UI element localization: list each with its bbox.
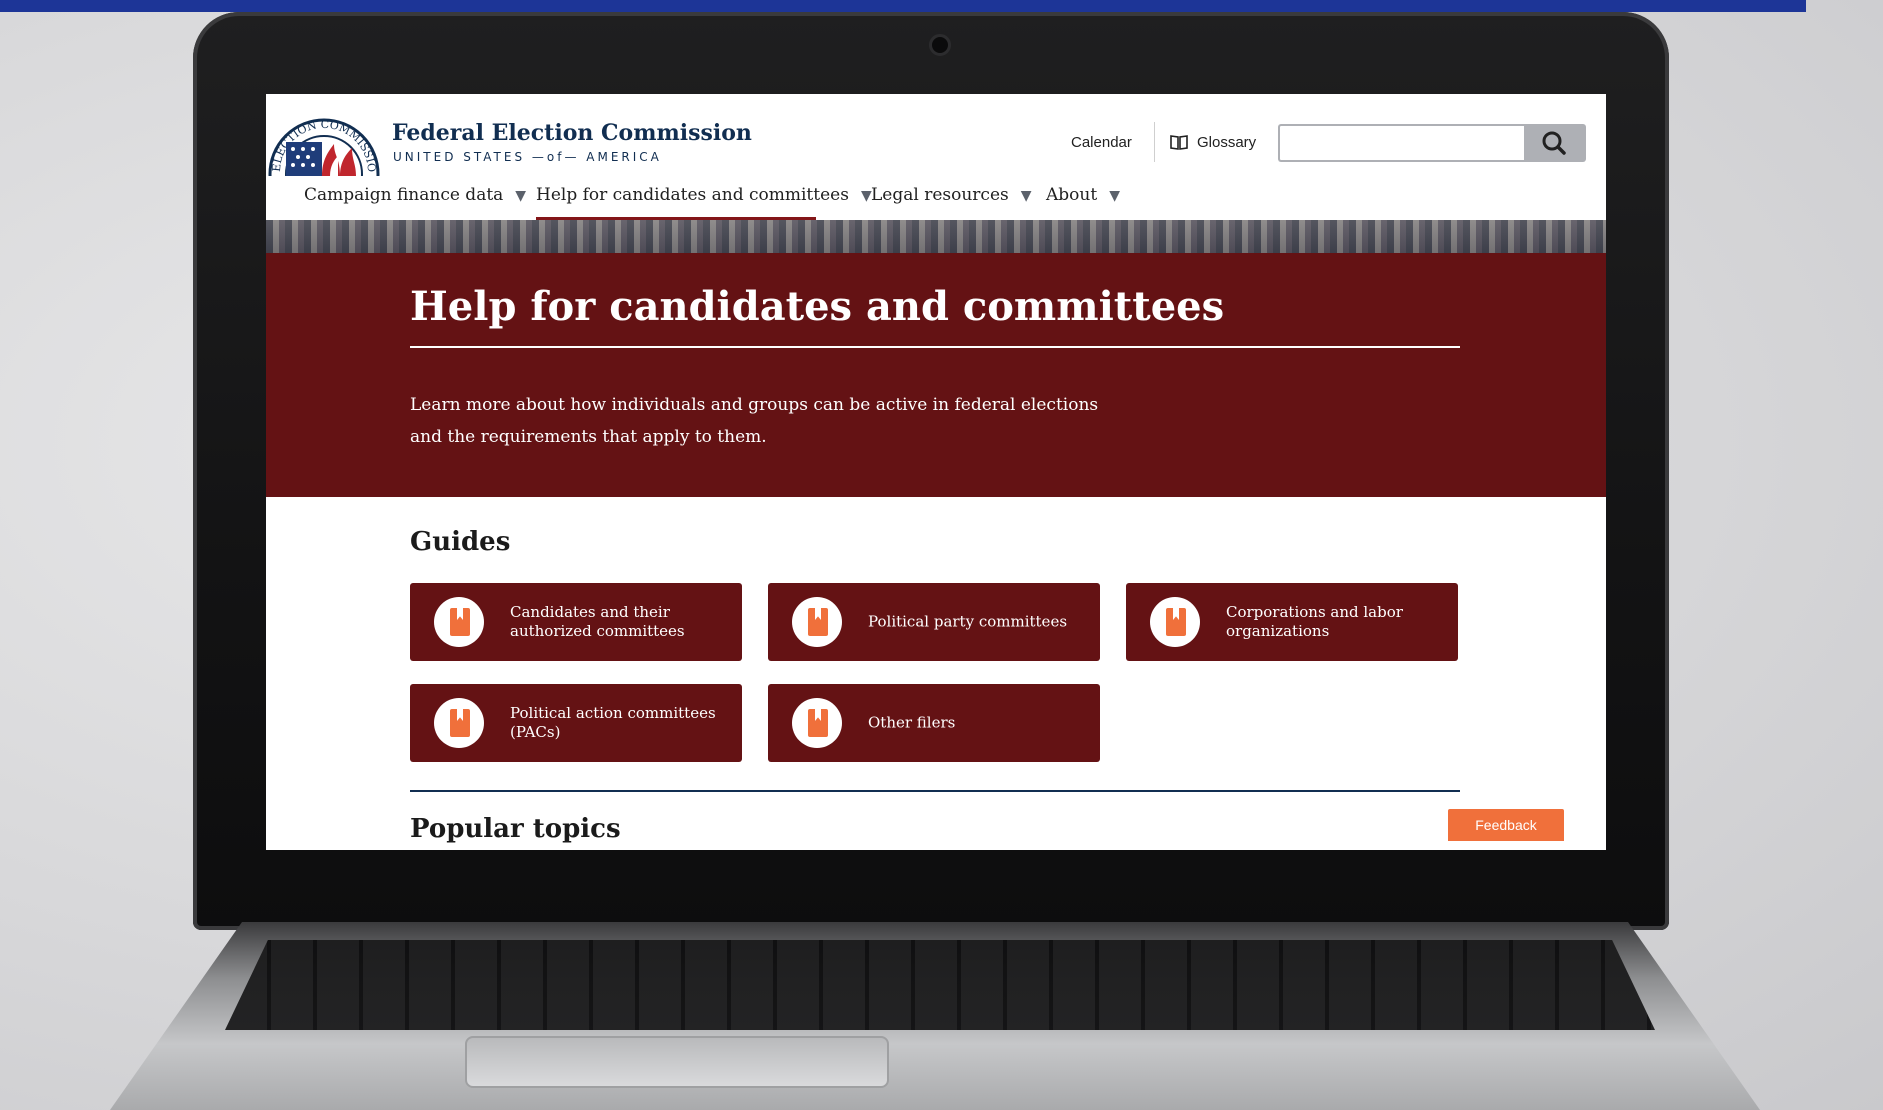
- hero-divider: [410, 346, 1460, 348]
- laptop-touchpad: [465, 1036, 889, 1088]
- nav-item-label: Campaign finance data: [304, 185, 504, 205]
- hero-description: Learn more about how individuals and gro…: [410, 395, 1099, 447]
- laptop-keyboard: [225, 940, 1655, 1030]
- guide-card-label: Other filers: [868, 713, 956, 732]
- chevron-down-icon: ▼: [515, 188, 527, 204]
- guide-card-corporations[interactable]: Corporations and labor organizations: [1126, 583, 1458, 661]
- nav-item-label: Help for candidates and committees: [536, 185, 849, 205]
- top-blue-bar: [0, 0, 1806, 12]
- guide-card-other-filers[interactable]: Other filers: [768, 684, 1100, 762]
- site-subtitle: UNITED STATES —of— AMERICA: [393, 150, 662, 164]
- popular-topics-heading: Popular topics: [410, 814, 621, 844]
- nav-item-help-for-candidates[interactable]: Help for candidates and committees ▼: [536, 185, 872, 205]
- nav-item-about[interactable]: About ▼: [1046, 185, 1120, 205]
- guide-card-pacs[interactable]: Political action committees (PACs): [410, 684, 742, 762]
- book-open-icon: [1170, 135, 1188, 150]
- site-title[interactable]: Federal Election Commission: [392, 120, 752, 146]
- book-icon: [434, 698, 484, 748]
- browser-screen: ELECTION COMMISSION Federal Election Com…: [266, 94, 1606, 850]
- guide-card-label: Corporations and labor organizations: [1226, 603, 1403, 640]
- nav-item-legal-resources[interactable]: Legal resources ▼: [871, 185, 1032, 205]
- book-icon: [792, 597, 842, 647]
- nav-item-campaign-finance-data[interactable]: Campaign finance data ▼: [304, 185, 526, 205]
- main-navigation: Campaign finance data ▼ Help for candidat…: [266, 176, 1606, 221]
- guide-card-label: Political action committees (PACs): [510, 704, 716, 741]
- book-icon: [434, 597, 484, 647]
- guide-card-label: Candidates and their authorized committe…: [510, 603, 685, 640]
- book-icon: [792, 698, 842, 748]
- hero-banner: Help for candidates and committees Learn…: [266, 253, 1606, 497]
- feedback-button[interactable]: Feedback: [1448, 809, 1564, 841]
- search-input[interactable]: [1278, 124, 1524, 162]
- book-icon: [1150, 597, 1200, 647]
- guide-card-label: Political party committees: [868, 612, 1068, 631]
- fec-seal-logo[interactable]: ELECTION COMMISSION: [266, 102, 380, 176]
- calendar-link[interactable]: Calendar: [1071, 134, 1132, 151]
- search-button[interactable]: [1524, 124, 1586, 162]
- chevron-down-icon: ▼: [1020, 188, 1032, 204]
- chevron-down-icon: ▼: [1109, 188, 1120, 204]
- section-divider: [410, 790, 1460, 792]
- guides-heading: Guides: [410, 527, 511, 557]
- nav-item-label: About: [1046, 185, 1098, 205]
- hero-photo-strip: [266, 220, 1606, 253]
- guide-card-party[interactable]: Political party committees: [768, 583, 1100, 661]
- nav-item-label: Legal resources: [871, 185, 1009, 205]
- glossary-link[interactable]: Glossary: [1197, 134, 1256, 151]
- utility-divider: [1154, 122, 1155, 162]
- search-icon: [1542, 131, 1566, 155]
- webcam-icon: [929, 34, 951, 56]
- main-content: Guides Candidates and their authorized c…: [266, 497, 1606, 850]
- page-title: Help for candidates and committees: [410, 283, 1225, 330]
- guide-card-candidates[interactable]: Candidates and their authorized committe…: [410, 583, 742, 661]
- site-header: ELECTION COMMISSION Federal Election Com…: [266, 94, 1606, 177]
